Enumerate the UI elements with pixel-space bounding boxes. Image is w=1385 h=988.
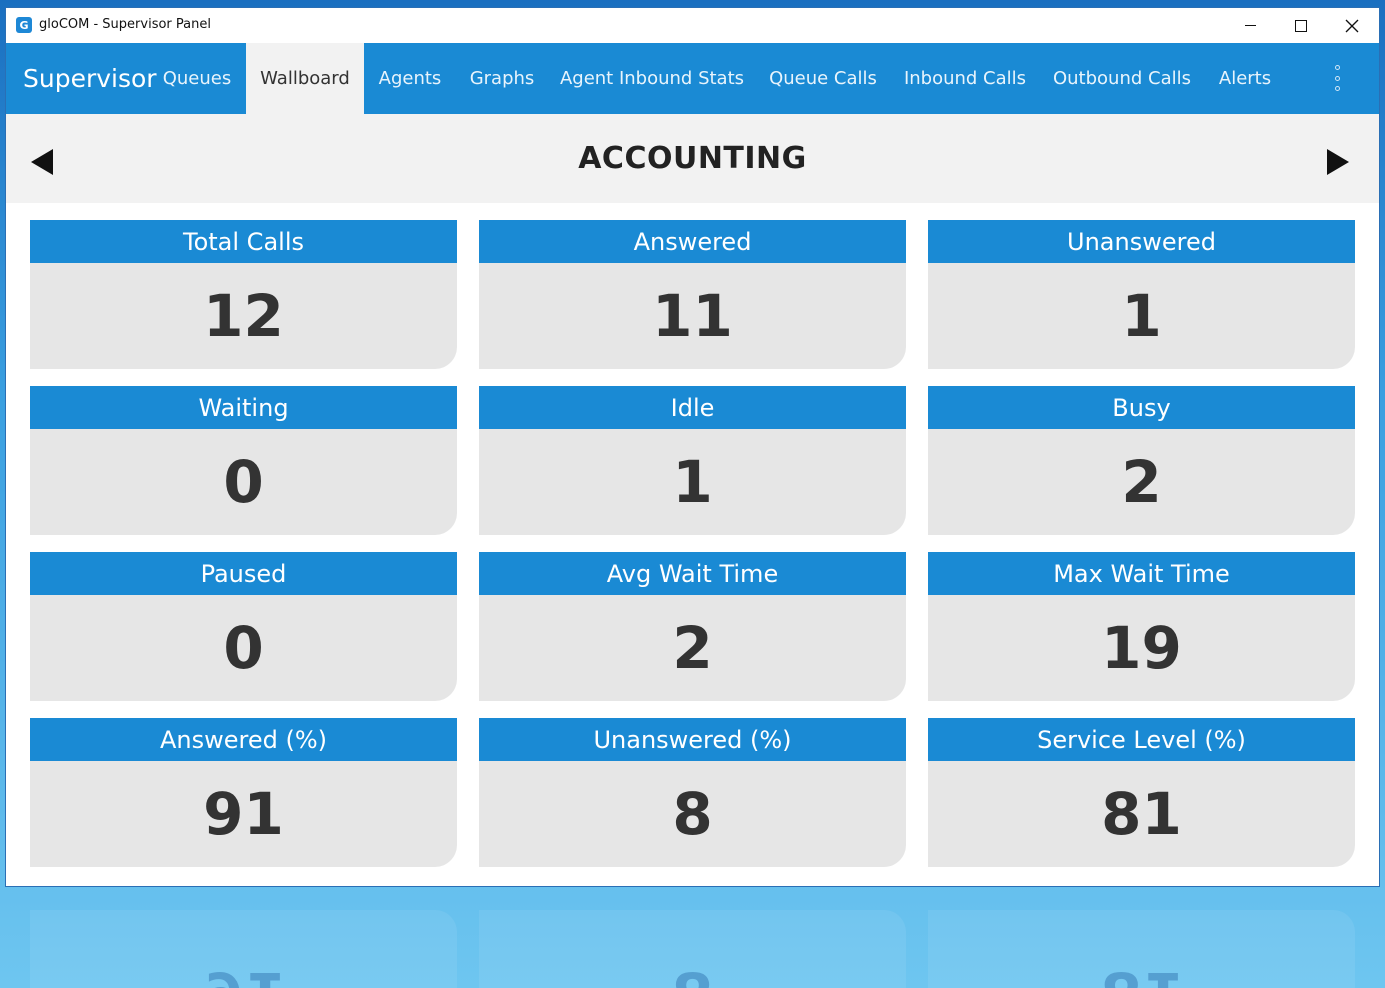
tab-inbound-calls[interactable]: Inbound Calls — [896, 43, 1034, 114]
reflection-value: 91 — [203, 959, 284, 988]
close-button[interactable] — [1329, 8, 1375, 43]
tile-paused: Paused 0 — [30, 552, 457, 701]
kebab-dot — [1334, 65, 1340, 70]
main-nav: Supervisor Queues Wallboard Agents Graph… — [6, 43, 1379, 114]
tile-value: 8 — [479, 761, 906, 867]
tile-value: 0 — [30, 429, 457, 535]
reflection-tile: 91 — [30, 910, 457, 988]
tile-answered-percent: Answered (%) 91 — [30, 718, 457, 867]
next-queue-icon[interactable] — [1327, 149, 1349, 175]
minimize-button[interactable] — [1227, 8, 1273, 43]
tab-agents[interactable]: Agents — [370, 43, 450, 114]
tile-value: 0 — [30, 595, 457, 701]
tile-answered: Answered 11 — [479, 220, 906, 369]
tile-label: Service Level (%) — [928, 718, 1355, 761]
tile-label: Total Calls — [30, 220, 457, 263]
tab-wallboard[interactable]: Wallboard — [246, 43, 364, 114]
tile-value: 1 — [479, 429, 906, 535]
tile-waiting: Waiting 0 — [30, 386, 457, 535]
tab-alerts[interactable]: Alerts — [1210, 43, 1280, 114]
tile-total-calls: Total Calls 12 — [30, 220, 457, 369]
tile-value: 19 — [928, 595, 1355, 701]
maximize-icon — [1295, 19, 1307, 32]
app-logo-icon: G — [16, 17, 32, 33]
tile-label: Unanswered (%) — [479, 718, 906, 761]
previous-queue-icon[interactable] — [31, 149, 53, 175]
tile-unanswered-percent: Unanswered (%) 8 — [479, 718, 906, 867]
reflection-value: 8 — [672, 959, 712, 988]
reflection-tile: 8 — [479, 910, 906, 988]
window-title: gloCOM - Supervisor Panel — [39, 17, 211, 32]
kebab-dot — [1334, 86, 1340, 91]
queue-name: ACCOUNTING — [578, 141, 807, 176]
close-icon — [1345, 19, 1359, 32]
reflection-tile: 81 — [928, 910, 1355, 988]
tile-label: Avg Wait Time — [479, 552, 906, 595]
tile-avg-wait-time: Avg Wait Time 2 — [479, 552, 906, 701]
tile-unanswered: Unanswered 1 — [928, 220, 1355, 369]
tile-value: 2 — [479, 595, 906, 701]
tile-label: Max Wait Time — [928, 552, 1355, 595]
window-reflection: 91 8 81 — [0, 888, 1385, 988]
tile-label: Answered — [479, 220, 906, 263]
tile-label: Idle — [479, 386, 906, 429]
more-options-icon[interactable] — [1330, 65, 1344, 91]
minimize-icon — [1244, 24, 1256, 27]
brand-title: Supervisor — [23, 64, 157, 93]
kebab-dot — [1334, 75, 1340, 81]
tile-value: 12 — [30, 263, 457, 369]
tile-busy: Busy 2 — [928, 386, 1355, 535]
tile-idle: Idle 1 — [479, 386, 906, 535]
tab-graphs[interactable]: Graphs — [462, 43, 542, 114]
app-window: G gloCOM - Supervisor Panel Supervisor Q… — [6, 8, 1379, 886]
tab-queues[interactable]: Queues — [154, 43, 240, 114]
tab-agent-inbound-stats[interactable]: Agent Inbound Stats — [554, 43, 750, 114]
reflection-value: 81 — [1101, 959, 1182, 988]
tile-value: 11 — [479, 263, 906, 369]
tile-label: Busy — [928, 386, 1355, 429]
tile-label: Answered (%) — [30, 718, 457, 761]
tile-value: 91 — [30, 761, 457, 867]
tile-value: 2 — [928, 429, 1355, 535]
title-bar[interactable]: G gloCOM - Supervisor Panel — [6, 8, 1379, 43]
tile-label: Waiting — [30, 386, 457, 429]
tab-queue-calls[interactable]: Queue Calls — [762, 43, 884, 114]
tile-label: Paused — [30, 552, 457, 595]
tile-service-level-percent: Service Level (%) 81 — [928, 718, 1355, 867]
tab-outbound-calls[interactable]: Outbound Calls — [1046, 43, 1198, 114]
tile-value: 1 — [928, 263, 1355, 369]
tile-max-wait-time: Max Wait Time 19 — [928, 552, 1355, 701]
tile-label: Unanswered — [928, 220, 1355, 263]
maximize-button[interactable] — [1278, 8, 1324, 43]
tile-value: 81 — [928, 761, 1355, 867]
queue-selector: ACCOUNTING — [6, 114, 1379, 203]
